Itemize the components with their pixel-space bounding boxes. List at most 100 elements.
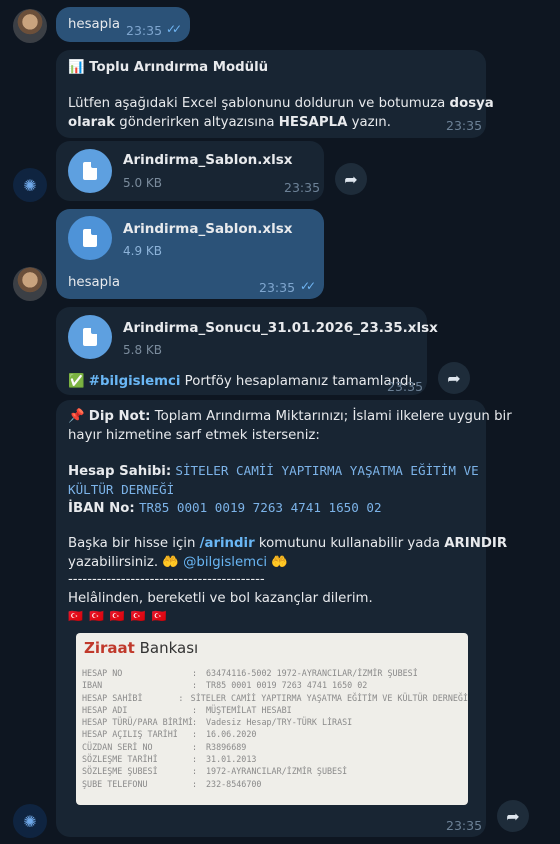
message-line: hayır hizmetine sarf etmek isterseniz: (68, 428, 320, 443)
mention-link[interactable]: @bilgislemci (183, 555, 267, 570)
bank-detail-key: SÖZLEŞME TARİHİ (82, 754, 158, 765)
bank-detail-sep: : (192, 766, 198, 777)
bank-detail-sep: : (192, 729, 198, 740)
share-arrow-icon: ➦ (344, 169, 358, 189)
message-time: 23:35 (446, 818, 483, 833)
iban-line: İBAN No: TR85 0001 0019 7263 4741 1650 0… (68, 500, 382, 516)
flag-icons: 🇹🇷🇹🇷🇹🇷🇹🇷🇹🇷 (68, 609, 173, 623)
bank-detail-value: TR85 0001 0019 7263 4741 1650 02 (206, 680, 368, 691)
message-time: 23:35 (387, 379, 424, 394)
bank-account-image[interactable]: Ziraat Bankası HESAP NO:63474116-5002 19… (76, 633, 468, 805)
message-line: 📌 Dip Not: Toplam Arındırma Miktarınızı;… (68, 409, 512, 424)
share-arrow-icon: ➦ (506, 806, 520, 826)
bank-detail-key: CÜZDAN SERİ NO (82, 741, 153, 752)
message-time: 23:35 (126, 23, 163, 38)
user-avatar[interactable] (13, 267, 47, 301)
bank-detail-row: HESAP TÜRÜ/PARA BİRİMİ: Vadesiz Hesap/TRY… (82, 716, 468, 728)
bank-detail-sep: : (192, 754, 198, 765)
bank-detail-row: SÖZLEŞME ŞUBESİ:1972-AYRANCILAR/İZMİR ŞU… (82, 765, 468, 777)
bank-detail-row: HESAP AÇILIŞ TARİHİ:16.06.2020 (82, 728, 468, 740)
bank-detail-key: HESAP ADI (82, 704, 128, 715)
check-icon: ✅ (68, 374, 85, 389)
bank-detail-sep: : (192, 680, 198, 691)
outgoing-message[interactable]: hesapla 23:35 ✓✓ (56, 7, 190, 42)
brain-icon: ✺ (23, 175, 37, 195)
message-text: hesapla (68, 17, 120, 32)
command-link[interactable]: /arindir (200, 536, 255, 551)
read-check-icon: ✓✓ (166, 22, 182, 36)
bank-detail-sep: : (192, 668, 198, 678)
bank-details: HESAP NO:63474116-5002 1972-AYRANCILAR/İ… (82, 667, 468, 790)
message-line: Helâlinden, bereketli ve bol kazançlar d… (68, 591, 373, 606)
divider-text: ----------------------------------------… (68, 572, 265, 587)
message-time: 23:35 (284, 180, 321, 195)
iban-code[interactable]: TR85 0001 0019 7263 4741 1650 02 (139, 500, 382, 515)
bank-detail-key: ŞUBE TELEFONU (82, 778, 148, 789)
brain-icon: ✺ (23, 811, 37, 831)
share-button[interactable]: ➦ (438, 362, 470, 394)
bank-detail-sep: : (192, 778, 198, 789)
message-time: 23:35 (446, 118, 483, 133)
bank-detail-row: HESAP ADI: MÜŞTEMİLAT HESABI (82, 704, 468, 716)
bank-detail-key: IBAN (82, 680, 103, 691)
outgoing-file-message[interactable]: Arindirma_Sablon.xlsx 4.9 KB hesapla 23:… (56, 209, 324, 299)
file-caption: hesapla (68, 275, 120, 290)
bank-detail-row: ŞUBE TELEFONU:232-8546700 (82, 778, 468, 790)
bank-detail-sep: : (192, 717, 198, 728)
file-name[interactable]: Arindirma_Sablon.xlsx (123, 221, 292, 237)
message-line: Başka bir hisse için /arindir komutunu k… (68, 536, 508, 551)
bank-detail-value: 232-8546700 (206, 778, 262, 789)
bank-detail-value: 63474116-5002 1972-AYRANCILAR/İZMİR ŞUBE… (206, 668, 418, 678)
incoming-message[interactable]: 📊 Toplu Arındırma Modülü Lütfen aşağıdak… (56, 50, 494, 138)
file-size: 4.9 KB (123, 244, 162, 258)
message-time: 23:35 (259, 280, 296, 295)
user-avatar[interactable] (13, 9, 47, 43)
read-check-icon: ✓✓ (300, 279, 316, 293)
bank-detail-sep: : (178, 692, 184, 703)
bank-detail-row: HESAP SAHİBİ: SİTELER CAMİİ YAPTIRMA YAŞA… (82, 692, 468, 704)
file-download-icon[interactable] (68, 216, 112, 260)
bank-detail-key: HESAP TÜRÜ/PARA BİRİMİ (82, 717, 193, 728)
file-download-icon[interactable] (68, 149, 112, 193)
bank-detail-row: CÜZDAN SERİ NO: R3896689 (82, 741, 468, 753)
bank-detail-sep: : (192, 741, 198, 752)
pin-icon: 📌 (68, 409, 85, 424)
bank-detail-key: HESAP SAHİBİ (82, 692, 143, 703)
file-name[interactable]: Arindirma_Sablon.xlsx (123, 152, 292, 168)
bank-detail-sep: : (192, 704, 198, 715)
bank-detail-value: 16.06.2020 (206, 729, 257, 740)
bank-detail-value: R3896689 (206, 741, 247, 752)
bank-logo: Ziraat Bankası (84, 639, 199, 657)
incoming-file-message[interactable]: Arindirma_Sablon.xlsx 5.0 KB 23:35 (56, 141, 324, 201)
bank-detail-row: HESAP NO:63474116-5002 1972-AYRANCILAR/İ… (82, 667, 468, 679)
message-line: Lütfen aşağıdaki Excel şablonunu dolduru… (68, 96, 494, 111)
file-size: 5.8 KB (123, 343, 162, 357)
incoming-file-message[interactable]: Arindirma_Sonucu_31.01.2026_23.35.xlsx 5… (56, 307, 438, 395)
file-download-icon[interactable] (68, 315, 112, 359)
account-holder: Hesap Sahibi: SİTELER CAMİİ YAPTIRMA YAŞ… (68, 463, 479, 479)
bank-detail-value: 31.01.2013 (206, 754, 257, 765)
hands-icon: 🤲 (162, 555, 179, 570)
share-button[interactable]: ➦ (497, 800, 529, 832)
file-size: 5.0 KB (123, 176, 162, 190)
bot-avatar[interactable]: ✺ (13, 804, 47, 838)
message-title: 📊 Toplu Arındırma Modülü (68, 60, 269, 75)
holder-code-cont[interactable]: KÜLTÜR DERNEĞİ (68, 480, 174, 499)
bank-detail-value: 1972-AYRANCILAR/İZMİR ŞUBESİ (206, 766, 348, 777)
bank-detail-value: MÜŞTEMİLAT HESABI (206, 704, 292, 715)
file-caption: ✅ #bilgislemci Portföy hesaplamanız tama… (68, 374, 417, 389)
bank-detail-value: Vadesiz Hesap/TRY-TÜRK LİRASI (206, 717, 353, 728)
bank-detail-value: SİTELER CAMİİ YAPTIRMA YAŞATMA EĞİTİM VE… (190, 692, 468, 703)
bank-detail-key: SÖZLEŞME ŞUBESİ (82, 766, 158, 777)
bank-detail-key: HESAP NO (82, 668, 123, 678)
file-name[interactable]: Arindirma_Sonucu_31.01.2026_23.35.xlsx (123, 320, 438, 336)
bank-detail-row: SÖZLEŞME TARİHİ:31.01.2013 (82, 753, 468, 765)
bank-detail-key: HESAP AÇILIŞ TARİHİ (82, 729, 178, 740)
hands-icon: 🤲 (271, 555, 288, 570)
bot-avatar[interactable]: ✺ (13, 168, 47, 202)
share-button[interactable]: ➦ (335, 163, 367, 195)
share-arrow-icon: ➦ (447, 368, 461, 388)
bank-detail-row: IBAN: TR85 0001 0019 7263 4741 1650 02 (82, 679, 468, 691)
holder-code[interactable]: SİTELER CAMİİ YAPTIRMA YAŞATMA EĞİTİM VE (175, 463, 478, 478)
message-line: olarak gönderirken altyazısına HESAPLA y… (68, 115, 391, 130)
